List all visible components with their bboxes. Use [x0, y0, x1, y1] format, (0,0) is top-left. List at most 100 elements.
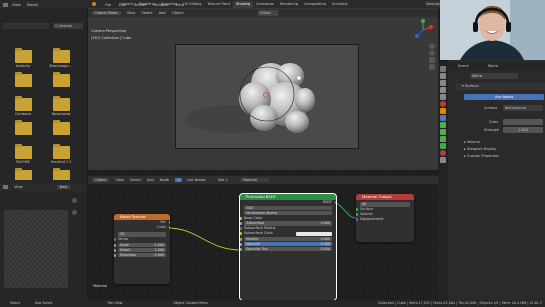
folder-item[interactable]	[8, 72, 38, 89]
folder-item[interactable]	[46, 72, 76, 89]
tool-tab-icon[interactable]	[440, 66, 446, 72]
menu-object-3d[interactable]: Object	[172, 11, 184, 15]
socket-surface[interactable]	[356, 208, 358, 211]
object-mode-dropdown[interactable]: Object Mode	[92, 11, 121, 15]
navigation-gizmo[interactable]	[412, 19, 434, 41]
socket-vector[interactable]	[114, 238, 116, 241]
object-tab-icon[interactable]	[440, 108, 446, 114]
view-layer-tab-icon[interactable]	[440, 87, 446, 93]
socket-specular[interactable]	[240, 242, 242, 246]
noise-field-detail[interactable]: Detail 2.000	[114, 247, 166, 252]
distribution-dropdown[interactable]: GGX	[244, 205, 332, 210]
socket-base-color[interactable]	[240, 216, 242, 220]
workspace-tab-sculpting[interactable]: Sculpting	[158, 1, 180, 8]
socket-displacement[interactable]	[356, 218, 358, 221]
socket-color[interactable]	[168, 226, 170, 229]
material-tab-icon[interactable]	[440, 150, 446, 156]
output-node-header[interactable]: Material Output	[356, 194, 414, 200]
zoom-icon[interactable]	[429, 43, 435, 49]
image-zoom-icon[interactable]	[72, 198, 77, 203]
transform-orientation-dropdown[interactable]: Global	[258, 10, 278, 16]
noise-field-distortion[interactable]: Distortion 0.000	[114, 252, 166, 257]
physics-tab-icon[interactable]	[440, 129, 446, 135]
menu-add-3d[interactable]: Add	[159, 11, 166, 15]
socket-scale[interactable]	[114, 243, 116, 247]
noise-texture-node[interactable]: Noise Texture Fac Color 3D Vector Scale 5…	[114, 214, 170, 284]
world-tab-icon[interactable]	[440, 101, 446, 107]
workspace-tab-shading[interactable]: Shading	[233, 1, 254, 8]
view-layer-field[interactable]: ViewLayer	[425, 1, 443, 7]
bsdf-input-specular-tint[interactable]: Specular Tint 0.000	[240, 246, 332, 251]
world-breadcrumb[interactable]: World	[488, 64, 498, 68]
noise-dimensions-dropdown[interactable]: 3D	[118, 232, 166, 237]
socket-subsurface[interactable]	[240, 222, 242, 225]
camera-view-icon[interactable]	[429, 57, 435, 63]
render-tab-icon[interactable]	[440, 73, 446, 79]
socket-volume[interactable]	[356, 213, 358, 216]
workspace-tab-compositing[interactable]: Compositing	[301, 1, 329, 8]
ortho-toggle-icon[interactable]	[429, 64, 435, 70]
socket-subsurface-color[interactable]	[240, 232, 242, 235]
workspace-tab-layout[interactable]: Layout	[118, 1, 136, 8]
image-pan-icon[interactable]	[72, 210, 77, 215]
socket-bsdf-out[interactable]	[334, 201, 336, 204]
surface-panel-header[interactable]: ▾ Surface	[456, 83, 545, 90]
image-menu-view[interactable]: View	[14, 185, 22, 189]
principled-bsdf-node[interactable]: Principled BSDF BSDF GGX Christensen-Bur…	[239, 193, 337, 301]
workspace-tab-uv-editing[interactable]: UV Editing	[180, 1, 204, 8]
viewport-display-panel[interactable]: ▸ Viewport Display	[456, 146, 545, 153]
folder-item[interactable]: Camtasia	[8, 96, 38, 116]
socket-fac[interactable]	[168, 221, 170, 224]
blender-logo-icon[interactable]	[92, 2, 96, 6]
folder-item[interactable]: Audacity	[8, 48, 38, 68]
bsdf-input-subsurface[interactable]: Subsurface 0.000	[240, 221, 332, 226]
color-swatch[interactable]	[503, 119, 543, 125]
folder-item[interactable]: Blackmagic…	[46, 48, 76, 68]
menu-view-3d[interactable]: View	[127, 11, 136, 15]
workspace-tab-animation[interactable]: Animation	[253, 1, 277, 8]
constraints-tab-icon[interactable]	[440, 136, 446, 142]
volume-panel[interactable]: ▸ Volume	[456, 139, 545, 146]
scene-tab-icon[interactable]	[440, 94, 446, 100]
file-path-field[interactable]: C:\Users\b	[53, 23, 83, 29]
socket-distortion[interactable]	[114, 253, 116, 257]
bsdf-input-subsurface-color[interactable]: Subsurface Color	[240, 231, 336, 236]
menu-select-3d[interactable]: Select	[141, 11, 152, 15]
folder-item[interactable]	[8, 120, 38, 137]
socket-detail[interactable]	[114, 248, 116, 252]
workspace-tab-rendering[interactable]: Rendering	[277, 1, 301, 8]
data-tab-icon[interactable]	[440, 143, 446, 149]
surface-shader-field[interactable]: Background	[503, 105, 543, 111]
particles-tab-icon[interactable]	[440, 122, 446, 128]
world-name-field[interactable]: World	[470, 73, 518, 79]
image-editor-type-icon[interactable]	[3, 185, 8, 189]
folder-item[interactable]: Downloads	[46, 96, 76, 116]
nav-buttons[interactable]	[3, 23, 49, 29]
subsurface-color-swatch[interactable]	[296, 231, 332, 236]
image-canvas[interactable]	[4, 210, 68, 288]
subsurface-method-dropdown[interactable]: Christensen-Burley	[244, 210, 332, 215]
socket-subsurface-radius[interactable]	[240, 227, 242, 230]
socket-metallic[interactable]	[240, 237, 242, 241]
modifier-tab-icon[interactable]	[440, 115, 446, 121]
material-output-node[interactable]: Material Output All Surface Volume Displ…	[356, 194, 414, 242]
scene-breadcrumb[interactable]: Scene	[458, 64, 469, 68]
pan-icon[interactable]	[429, 50, 435, 56]
socket-specular-tint[interactable]	[240, 247, 242, 251]
use-nodes-button[interactable]: Use Nodes	[464, 94, 544, 100]
bsdf-input-base-color[interactable]: Base Color	[240, 216, 336, 221]
folder-item[interactable]: FAVORIE	[8, 144, 38, 164]
strength-field[interactable]: 1.000	[503, 127, 543, 133]
light-point[interactable]	[297, 76, 301, 80]
noise-field-scale[interactable]: Scale 5.000	[114, 242, 166, 247]
workspace-tab-scripting[interactable]: Scripting	[329, 1, 351, 8]
bsdf-input-metallic[interactable]: Metallic 0.000	[240, 236, 332, 241]
top-menu-file[interactable]: File	[105, 3, 111, 7]
editor-type-icon[interactable]	[3, 3, 8, 7]
bsdf-input-specular[interactable]: Specular 0.500	[240, 241, 332, 246]
custom-properties-panel[interactable]: ▸ Custom Properties	[456, 153, 545, 160]
new-image-button[interactable]: New	[56, 185, 71, 189]
output-tab-icon[interactable]	[440, 80, 446, 86]
menu-view[interactable]: View	[12, 3, 21, 7]
workspace-tab-modeling[interactable]: Modeling	[136, 1, 158, 8]
